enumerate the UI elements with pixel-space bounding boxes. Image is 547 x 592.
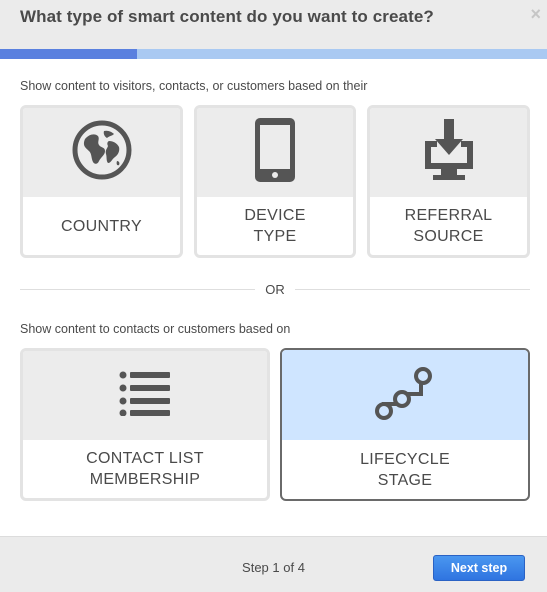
- close-icon[interactable]: ×: [530, 4, 541, 24]
- card-icon-area: [282, 350, 528, 440]
- dialog-header: What type of smart content do you want t…: [0, 0, 547, 49]
- dialog-footer: Step 1 of 4 Next step: [0, 536, 547, 592]
- card-icon-area: [197, 108, 353, 197]
- card-label: DEVICE TYPE: [244, 207, 306, 245]
- dialog-title: What type of smart content do you want t…: [20, 7, 434, 26]
- section-label-visitors: Show content to visitors, contacts, or c…: [20, 79, 368, 93]
- download-to-monitor-icon: [421, 117, 477, 188]
- card-label: CONTACT LIST MEMBERSHIP: [86, 450, 204, 488]
- card-referral-source[interactable]: REFERRAL SOURCE: [367, 105, 530, 258]
- lifecycle-icon: [374, 364, 436, 427]
- card-device-type[interactable]: DEVICE TYPE: [194, 105, 356, 258]
- progress-fill: [0, 49, 137, 59]
- divider-right: [295, 289, 530, 290]
- mobile-device-icon: [253, 116, 297, 189]
- card-label: COUNTRY: [61, 217, 142, 235]
- next-step-button[interactable]: Next step: [433, 555, 525, 581]
- divider-left: [20, 289, 255, 290]
- card-icon-area: [23, 108, 180, 197]
- card-icon-area: [370, 108, 527, 197]
- globe-icon: [71, 119, 133, 186]
- card-lifecycle-stage[interactable]: LIFECYCLE STAGE: [280, 348, 530, 501]
- list-icon: [119, 370, 171, 421]
- card-label: LIFECYCLE STAGE: [360, 450, 450, 489]
- card-label: REFERRAL SOURCE: [404, 207, 493, 245]
- card-icon-area: [23, 351, 267, 440]
- section-label-contacts: Show content to contacts or customers ba…: [20, 322, 291, 336]
- progress-bar: [0, 49, 547, 59]
- card-contact-list-membership[interactable]: CONTACT LIST MEMBERSHIP: [20, 348, 270, 501]
- card-country[interactable]: COUNTRY: [20, 105, 183, 258]
- or-label: OR: [265, 282, 285, 297]
